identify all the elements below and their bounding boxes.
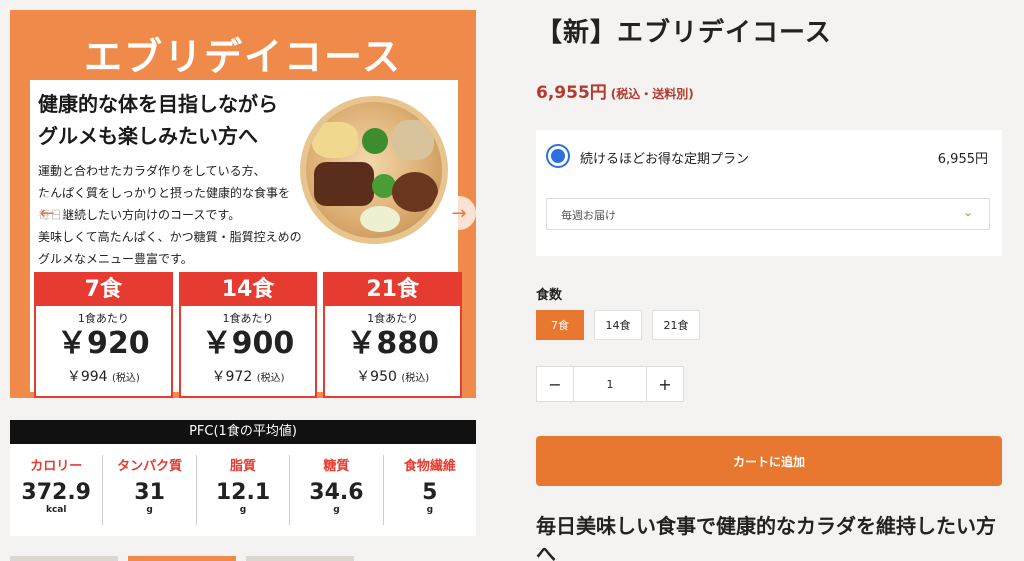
hamburg <box>392 172 438 212</box>
product-price: 6,955円 (税込・送料別) <box>536 78 694 103</box>
plan-name: 続けるほどお得な定期プラン <box>580 152 750 167</box>
tax-price: ￥950 (税込) <box>325 366 460 386</box>
salad <box>360 206 400 232</box>
pfc-name: 糖質 <box>323 459 350 474</box>
plan-price: 6,955円 <box>937 152 988 167</box>
pfc-row: カロリー 372.9 kcal タンパク質 31 g 脂質 12.1 g 糖質 … <box>10 444 476 536</box>
product-image: エブリデイコース 健康的な体を目指しながら グルメも楽しみたい方へ 運動と合わせ… <box>10 10 476 398</box>
pfc-unit: g <box>239 505 247 515</box>
grain <box>392 120 434 160</box>
headline-line-2: グルメも楽しみたい方へ <box>38 124 258 148</box>
price-box-7: 7食 1食あたり ￥920 ￥994 (税込) <box>34 272 173 398</box>
pfc-name: タンパク質 <box>117 459 183 474</box>
pfc-unit: g <box>426 505 434 515</box>
thumbnail[interactable] <box>246 556 354 561</box>
prev-image-button[interactable]: ← <box>30 196 64 230</box>
tax-price: ￥972 (税込) <box>181 366 316 386</box>
per-meal-price: ￥920 <box>57 326 150 361</box>
pfc-name: 脂質 <box>230 459 257 474</box>
tax-price: ￥994 (税込) <box>36 366 171 386</box>
add-to-cart-button[interactable]: カートに追加 <box>536 436 1002 486</box>
per-meal-label: 1食あたり <box>222 312 274 325</box>
meal-count-options: 7食 14食 21食 <box>536 310 700 340</box>
pfc-value: 34.6 <box>309 480 364 505</box>
decrease-button[interactable]: − <box>537 367 573 401</box>
desc-line: 美味しくて高たんぱく、かつ糖質・脂質控えめの <box>38 230 302 244</box>
pfc-value: 31 <box>134 480 165 505</box>
per-meal-price: ￥880 <box>346 326 439 361</box>
thumbnail[interactable] <box>10 556 118 561</box>
chevron-down-icon: ⌄ <box>962 205 973 219</box>
price-note: (税込・送料別) <box>610 87 694 101</box>
pfc-unit: g <box>146 505 153 515</box>
pfc-carb: 糖質 34.6 g <box>290 455 384 525</box>
meal-count-option-7[interactable]: 7食 <box>536 310 584 340</box>
promo-headline: 健康的な体を目指しながら グルメも楽しみたい方へ <box>38 88 278 152</box>
promo-description: 運動と合わせたカラダ作りをしている方、 たんぱく質をしっかりと摂った健康的な食事… <box>38 160 328 270</box>
pasta <box>312 122 358 158</box>
tax-price-value: ￥994 <box>66 369 108 385</box>
increase-button[interactable]: + <box>647 367 683 401</box>
desc-line: 毎日継続したい方向けのコースです。 <box>38 208 241 222</box>
broccoli <box>362 128 388 154</box>
pfc-unit: g <box>333 505 340 515</box>
pfc-table: PFC(1食の平均値) カロリー 372.9 kcal タンパク質 31 g 脂… <box>10 420 476 536</box>
per-meal-label: 1食あたり <box>367 312 419 325</box>
meal-count-label: 食数 <box>536 288 563 303</box>
price-box-21: 21食 1食あたり ￥880 ￥950 (税込) <box>323 272 463 398</box>
pfc-value: 12.1 <box>215 480 271 505</box>
next-image-button[interactable]: → <box>442 196 476 230</box>
pfc-heading: PFC(1食の平均値) <box>10 420 476 444</box>
pfc-value: 372.9 <box>21 480 91 505</box>
tax-note: (税込) <box>112 373 140 384</box>
desc-line: グルメなメニュー豊富です。 <box>38 252 193 266</box>
price-box-label: 14食 <box>180 274 316 306</box>
pfc-protein: タンパク質 31 g <box>103 455 197 525</box>
per-meal-price: ￥900 <box>201 326 295 361</box>
pfc-calorie: カロリー 372.9 kcal <box>10 455 104 525</box>
meal-count-option-14[interactable]: 14食 <box>594 310 642 340</box>
arrow-left-icon: ← <box>39 202 55 224</box>
quantity-input[interactable]: 1 <box>573 367 647 401</box>
price-box-14: 14食 1食あたり ￥900 ￥972 (税込) <box>178 272 318 398</box>
price-box-label: 7食 <box>36 274 171 306</box>
pfc-name: カロリー <box>30 459 83 474</box>
headline-line-1: 健康的な体を目指しながら <box>38 92 278 116</box>
pfc-fat: 脂質 12.1 g <box>197 455 291 525</box>
tax-price-value: ￥972 <box>211 369 253 385</box>
delivery-frequency-value: 毎週お届け <box>561 209 616 222</box>
subscription-plan-card: 続けるほどお得な定期プラン 6,955円 毎週お届け ⌄ <box>536 130 1002 256</box>
meal-count-option-21[interactable]: 21食 <box>652 310 700 340</box>
tax-note: (税込) <box>256 373 285 384</box>
thumbnail[interactable] <box>128 556 236 561</box>
price-boxes: 7食 1食あたり ￥920 ￥994 (税込) 14食 1食あたり ￥900 ￥… <box>34 272 463 398</box>
per-meal-label: 1食あたり <box>77 312 129 325</box>
arrow-right-icon: → <box>451 202 467 224</box>
price-value: 6,955円 <box>536 83 607 103</box>
pfc-fiber: 食物繊維 5 g <box>384 455 476 525</box>
tax-note: (税込) <box>401 373 430 384</box>
plan-radio[interactable] <box>546 144 570 168</box>
quantity-stepper: − 1 + <box>536 366 684 402</box>
radio-dot <box>551 149 565 163</box>
thumbnail-strip <box>10 556 476 561</box>
desc-line: 運動と合わせたカラダ作りをしている方、 <box>38 164 266 178</box>
price-box-label: 21食 <box>325 274 461 306</box>
delivery-frequency-select[interactable]: 毎週お届け ⌄ <box>546 198 990 230</box>
pfc-name: 食物繊維 <box>403 459 456 474</box>
section-heading: 毎日美味しい食事で健康的なカラダを維持したい方へ <box>536 514 996 561</box>
promo-title: エブリデイコース <box>83 35 403 79</box>
desc-line: たんぱく質をしっかりと摂った健康的な食事を <box>38 186 291 200</box>
pfc-unit: kcal <box>45 505 67 515</box>
pfc-value: 5 <box>422 480 438 505</box>
tax-price-value: ￥950 <box>356 369 397 385</box>
product-title: 【新】エブリデイコース <box>536 18 832 48</box>
